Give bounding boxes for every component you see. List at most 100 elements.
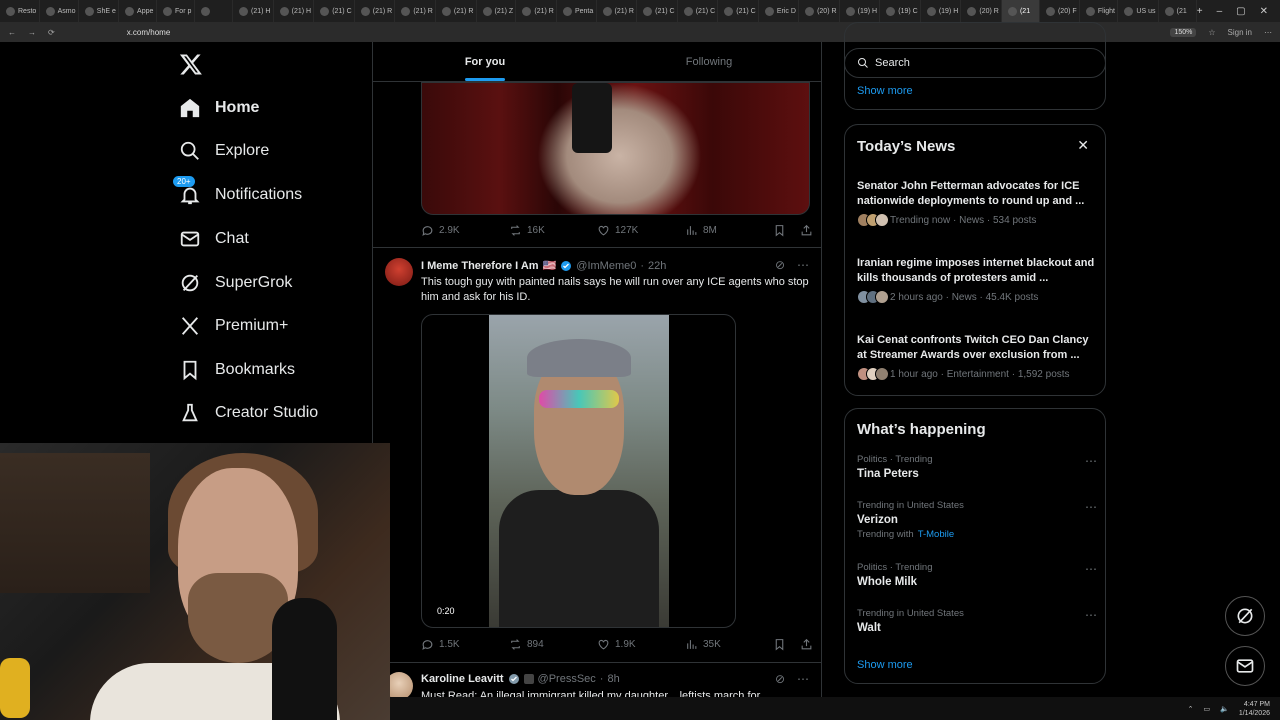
grok-icon[interactable]: ⊘ [775,672,785,686]
tab-favicon-icon [360,6,370,16]
post-author-handle[interactable]: @PressSec [538,673,596,685]
news-item[interactable]: Senator John Fetterman advocates for ICE… [857,179,1097,227]
trend-with-link[interactable]: T-Mobile [918,529,954,540]
messages-fab-button[interactable] [1225,646,1265,686]
extensions-icon[interactable]: ⋯ [1264,28,1272,37]
nav-notifications[interactable]: 20+ Notifications [173,176,302,208]
browser-tab[interactable]: (21) H [233,0,274,22]
more-options-icon[interactable]: ⋯ [1085,500,1097,514]
browser-tab[interactable]: (21) R [597,0,638,22]
close-icon[interactable]: ✕ [1077,137,1089,154]
share-icon[interactable] [800,638,813,651]
share-icon[interactable] [800,224,813,237]
browser-tab[interactable]: (20) R [799,0,840,22]
browser-tab[interactable]: US us [1118,0,1159,22]
browser-tab[interactable]: Appe [119,0,158,22]
post-time[interactable]: 8h [607,673,619,685]
browser-tab[interactable]: Asmo [40,0,79,22]
browser-tab[interactable]: (21) C [637,0,678,22]
repost-button[interactable]: 16K [509,224,597,237]
browser-tab[interactable]: (21) H [274,0,315,22]
browser-tab[interactable]: (21 [1159,0,1197,22]
post-author-name[interactable]: Karoline Leavitt [421,673,504,685]
trend-item[interactable]: Trending in United States Verizon Trendi… [857,500,1097,540]
more-options-icon[interactable]: ⋯ [1085,454,1097,468]
back-icon[interactable]: ← [8,28,16,37]
browser-tab[interactable]: (21) R [516,0,557,22]
repost-button[interactable]: 894 [509,638,597,651]
close-icon[interactable]: ✕ [1260,6,1268,17]
browser-tab[interactable]: Eric D [759,0,800,22]
grok-icon[interactable]: ⊘ [775,258,785,272]
x-logo-icon[interactable] [179,52,203,76]
news-item[interactable]: Iranian regime imposes internet blackout… [857,256,1097,304]
post-media-image[interactable] [421,82,810,215]
more-options-icon[interactable]: ⋯ [797,672,809,686]
browser-tab[interactable]: (21) R [436,0,477,22]
nav-bookmarks[interactable]: Bookmarks [179,357,295,383]
post-video[interactable]: 0:20 [421,314,736,628]
browser-tab[interactable]: Flight [1080,0,1119,22]
post-author-name[interactable]: I Meme Therefore I Am [421,260,539,272]
trend-item[interactable]: Politics · Trending Tina Peters ⋯ [857,454,1097,480]
nav-supergrok[interactable]: SuperGrok [179,270,292,296]
browser-tab[interactable]: (21 [1001,0,1040,22]
new-tab-icon[interactable]: + [1197,6,1203,17]
bookmark-icon[interactable] [773,224,786,237]
browser-tab[interactable]: (21) C [678,0,719,22]
maximize-icon[interactable]: ▢ [1236,6,1245,17]
browser-tab[interactable]: Resto [0,0,40,22]
show-more-link[interactable]: Show more [857,85,913,97]
browser-tab[interactable]: (20) F [1040,0,1080,22]
browser-tab[interactable] [195,0,234,22]
more-options-icon[interactable]: ⋯ [1085,562,1097,576]
network-icon[interactable]: ▭ [1204,705,1211,713]
more-options-icon[interactable]: ⋯ [1085,608,1097,622]
reply-button[interactable]: 1.5K [421,638,509,651]
browser-tab[interactable]: (20) R [961,0,1002,22]
forward-icon[interactable]: → [28,28,36,37]
show-more-link[interactable]: Show more [857,659,913,671]
reload-icon[interactable]: ⟳ [48,28,55,37]
url-field[interactable]: x.com/home [127,28,171,37]
news-item[interactable]: Kai Cenat confronts Twitch CEO Dan Clanc… [857,333,1097,381]
views-button[interactable]: 35K [685,638,773,651]
browser-tab[interactable]: For p [157,0,196,22]
trend-item[interactable]: Trending in United States Walt ⋯ [857,608,1097,634]
browser-tab[interactable]: Penta [557,0,597,22]
browser-tab[interactable]: (21) R [395,0,436,22]
bookmark-icon[interactable] [773,638,786,651]
more-options-icon[interactable]: ⋯ [797,258,809,272]
like-button[interactable]: 127K [597,224,685,237]
tab-following[interactable]: Following [597,42,821,81]
post-author-handle[interactable]: @ImMeme0 [576,260,636,272]
zoom-level[interactable]: 150% [1170,27,1197,37]
chevron-up-icon[interactable]: ⌃ [1188,705,1194,713]
browser-tab[interactable]: (21) C [718,0,759,22]
nav-premium[interactable]: Premium+ [179,313,288,339]
browser-tab[interactable]: (21) R [355,0,396,22]
browser-tab[interactable]: (19) C [880,0,921,22]
browser-tab[interactable]: (21) C [314,0,355,22]
minimize-icon[interactable]: – [1217,6,1223,17]
sign-in-button[interactable]: Sign in [1228,28,1252,37]
system-clock[interactable]: 4:47 PM 1/14/2026 [1239,700,1270,718]
browser-tab[interactable]: (19) H [840,0,881,22]
trend-item[interactable]: Politics · Trending Whole Milk ⋯ [857,562,1097,588]
reply-button[interactable]: 2.9K [421,224,509,237]
browser-tab[interactable]: (19) H [921,0,962,22]
tab-for-you[interactable]: For you [373,42,597,81]
post-time[interactable]: 22h [648,260,666,272]
nav-creator-studio[interactable]: Creator Studio [179,400,318,426]
avatar[interactable] [385,258,413,286]
star-icon[interactable]: ☆ [1208,28,1215,37]
nav-home[interactable]: Home [179,95,259,121]
like-button[interactable]: 1.9K [597,638,685,651]
grok-fab-button[interactable] [1225,596,1265,636]
views-button[interactable]: 8M [685,224,773,237]
volume-icon[interactable]: 🔈 [1220,705,1229,713]
nav-chat[interactable]: Chat [179,226,249,252]
browser-tab[interactable]: (21) Z [477,0,517,22]
nav-explore[interactable]: Explore [179,138,269,164]
browser-tab[interactable]: ShE e [79,0,120,22]
